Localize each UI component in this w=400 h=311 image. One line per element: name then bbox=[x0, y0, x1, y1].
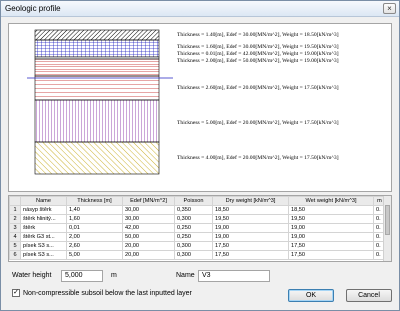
table-cell[interactable]: 1,40 bbox=[66, 205, 123, 215]
table-cell[interactable]: 0,300 bbox=[174, 241, 213, 251]
table-cell[interactable]: 30,00 bbox=[122, 205, 175, 215]
row-number: 6 bbox=[9, 250, 21, 260]
table-cell[interactable]: štěrk bbox=[20, 223, 67, 233]
table-cell[interactable]: 30,00 bbox=[122, 214, 175, 224]
cancel-button[interactable]: Cancel bbox=[346, 289, 392, 302]
layer-caption-3: Thickness = 0.01[m], Edef = 42.00[MN/m^2… bbox=[177, 51, 339, 57]
column-header[interactable]: Dry weight [kN/m^3] bbox=[212, 196, 289, 206]
profile-drawing: Thickness = 1.40[m], Edef = 30.00[MN/m^2… bbox=[8, 23, 392, 192]
close-button[interactable]: × bbox=[383, 3, 396, 14]
table-cell[interactable]: 18,50 bbox=[212, 205, 289, 215]
row-number: 1 bbox=[9, 205, 21, 215]
table-cell[interactable]: 0,300 bbox=[174, 214, 213, 224]
soil-layer-4 bbox=[34, 58, 160, 77]
table-cell[interactable]: štěrk hlinitý... bbox=[20, 214, 67, 224]
name-label: Name bbox=[176, 272, 195, 279]
geologic-profile-dialog: Geologic profile × Thickness = 1.40[m], … bbox=[0, 0, 400, 311]
table-cell[interactable]: písek S3 s... bbox=[20, 250, 67, 260]
table-cell[interactable]: 0,300 bbox=[174, 250, 213, 260]
table-cell[interactable]: 0,350 bbox=[174, 205, 213, 215]
layer-caption-5: Thickness = 2.60[m], Edef = 20.00[MN/m^2… bbox=[177, 85, 339, 91]
layer-caption-4: Thickness = 2.00[m], Edef = 50.00[MN/m^2… bbox=[177, 58, 339, 64]
table-cell[interactable]: 19,00 bbox=[212, 232, 289, 242]
layers-grid: Name Thickness [m] Edef [MN/m^2] Poisson… bbox=[9, 196, 386, 260]
soil-layer-5 bbox=[34, 75, 160, 101]
table-cell[interactable]: 42,00 bbox=[122, 223, 175, 233]
table-cell[interactable]: 5,00 bbox=[66, 250, 123, 260]
table-cell[interactable]: 1,60 bbox=[66, 214, 123, 224]
soil-layer-7 bbox=[34, 141, 160, 175]
column-header[interactable]: Thickness [m] bbox=[66, 196, 123, 206]
name-input[interactable]: V3 bbox=[198, 270, 270, 282]
table-cell[interactable]: 19,50 bbox=[212, 214, 289, 224]
scrollbar-thumb[interactable] bbox=[385, 205, 390, 235]
title-bar[interactable]: Geologic profile × bbox=[1, 1, 399, 17]
table-cell[interactable]: 17,50 bbox=[212, 241, 289, 251]
column-header[interactable]: Wet weight [kN/m^3] bbox=[288, 196, 374, 206]
layer-caption-1: Thickness = 1.40[m], Edef = 30.00[MN/m^2… bbox=[177, 32, 339, 38]
table-row[interactable]: 5 písek S3 s... 2,60 20,00 0,300 17,50 17,50 0. bbox=[9, 241, 386, 251]
layer-caption-6: Thickness = 5.00[m], Edef = 20.00[MN/m^2… bbox=[177, 120, 339, 126]
row-number: 5 bbox=[9, 241, 21, 251]
column-header[interactable] bbox=[9, 196, 21, 206]
window-title: Geologic profile bbox=[5, 4, 61, 13]
column-header[interactable]: Poisson bbox=[174, 196, 213, 206]
table-cell[interactable]: 17,50 bbox=[212, 250, 289, 260]
table-cell[interactable]: 19,00 bbox=[288, 232, 374, 242]
layer-caption-2: Thickness = 1.60[m], Edef = 30.00[MN/m^2… bbox=[177, 44, 339, 50]
table-cell[interactable]: štěrk G3 st... bbox=[20, 232, 67, 242]
table-cell[interactable]: 19,00 bbox=[212, 223, 289, 233]
layer-caption-7: Thickness = 4.00[m], Edef = 20.00[MN/m^2… bbox=[177, 155, 339, 161]
table-cell[interactable]: 17,50 bbox=[288, 250, 374, 260]
table-cell[interactable]: 2,60 bbox=[66, 241, 123, 251]
water-height-input[interactable]: 5,000 bbox=[61, 270, 103, 282]
table-row[interactable]: 3 štěrk 0,01 42,00 0,250 19,00 19,00 0. bbox=[9, 223, 386, 233]
soil-layer-1 bbox=[34, 29, 160, 41]
table-cell[interactable]: 0,250 bbox=[174, 223, 213, 233]
row-number: 2 bbox=[9, 214, 21, 224]
column-header[interactable]: Name bbox=[20, 196, 67, 206]
table-cell[interactable]: násyp štěrk bbox=[20, 205, 67, 215]
table-scrollbar[interactable] bbox=[383, 196, 391, 261]
layers-table: Name Thickness [m] Edef [MN/m^2] Poisson… bbox=[8, 195, 392, 262]
row-number: 3 bbox=[9, 223, 21, 233]
table-cell[interactable]: písek S3 s... bbox=[20, 241, 67, 251]
table-cell[interactable]: 19,50 bbox=[288, 214, 374, 224]
ok-button[interactable]: OK bbox=[288, 289, 334, 302]
table-row[interactable]: 2 štěrk hlinitý... 1,60 30,00 0,300 19,50 19,5… bbox=[9, 214, 386, 224]
table-cell[interactable]: 0,250 bbox=[174, 232, 213, 242]
table-header-row: Name Thickness [m] Edef [MN/m^2] Poisson… bbox=[9, 196, 386, 206]
non-compressible-checkbox[interactable]: ✓ bbox=[12, 289, 20, 297]
soil-layer-6 bbox=[34, 99, 160, 143]
table-cell[interactable]: 0,01 bbox=[66, 223, 123, 233]
table-cell[interactable]: 17,50 bbox=[288, 241, 374, 251]
table-row[interactable]: 1 násyp štěrk 1,40 30,00 0,350 18,50 18,50 0. bbox=[9, 205, 386, 215]
soil-layer-2 bbox=[34, 39, 160, 58]
non-compressible-label[interactable]: Non-compressible subsoil below the last … bbox=[23, 290, 192, 297]
table-row[interactable]: 4 štěrk G3 st... 2,00 50,00 0,250 19,00 19,00 0… bbox=[9, 232, 386, 242]
table-cell[interactable]: 19,00 bbox=[288, 223, 374, 233]
row-number: 4 bbox=[9, 232, 21, 242]
table-cell[interactable]: 20,00 bbox=[122, 250, 175, 260]
table-cell[interactable]: 20,00 bbox=[122, 241, 175, 251]
table-cell[interactable]: 50,00 bbox=[122, 232, 175, 242]
water-height-label: Water height bbox=[12, 272, 52, 279]
table-cell[interactable]: 18,50 bbox=[288, 205, 374, 215]
table-row[interactable]: 6 písek S3 s... 5,00 20,00 0,300 17,50 17,50 0. bbox=[9, 250, 386, 260]
column-header[interactable]: Edef [MN/m^2] bbox=[122, 196, 175, 206]
water-height-unit: m bbox=[111, 272, 117, 279]
table-cell[interactable]: 2,00 bbox=[66, 232, 123, 242]
